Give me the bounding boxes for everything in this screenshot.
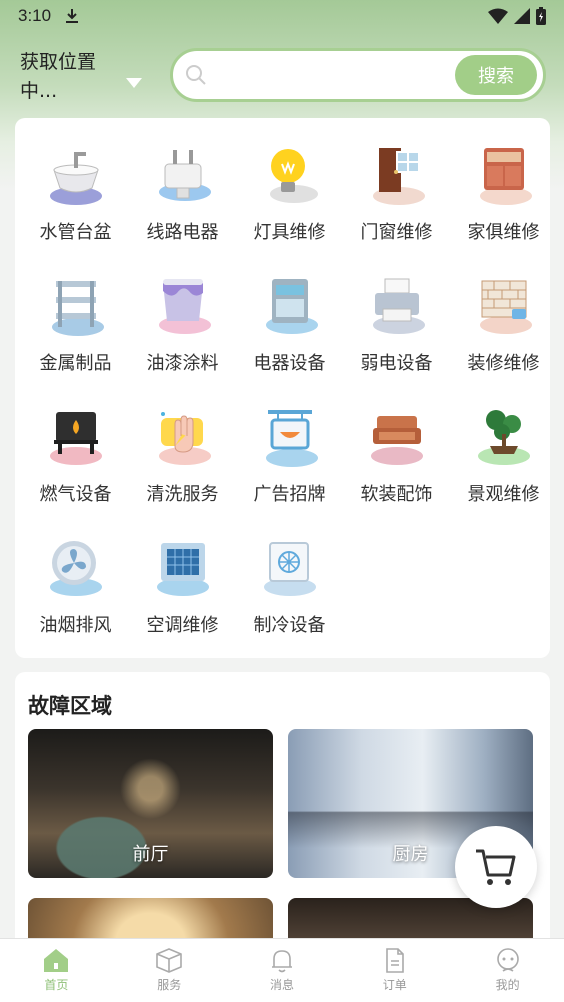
search-icon <box>186 65 206 85</box>
category-item-soft-furnishing[interactable]: 软装配饰 <box>343 406 450 537</box>
search-bar: 搜索 <box>170 48 546 102</box>
cleaning-hand-icon <box>158 412 211 465</box>
category-label: 软装配饰 <box>360 484 433 505</box>
caret-down-icon <box>126 78 142 88</box>
tab-label: 首页 <box>44 978 69 992</box>
category-label: 燃气设备 <box>39 484 112 505</box>
category-item-electrical-equipment[interactable]: 电器设备 <box>236 275 343 406</box>
refrigeration-icon <box>263 542 316 596</box>
tab-label: 服务 <box>157 978 182 992</box>
tab-label: 我的 <box>495 978 520 992</box>
search-button[interactable]: 搜索 <box>455 55 537 95</box>
bell-icon <box>271 950 292 973</box>
status-bar: 3:10 <box>0 0 564 32</box>
category-label: 广告招牌 <box>253 484 326 505</box>
download-icon <box>66 9 79 23</box>
cart-button[interactable] <box>455 826 537 908</box>
category-item-renovation[interactable]: 装修维修 <box>450 275 557 406</box>
document-icon <box>385 948 404 973</box>
category-label: 景观维修 <box>467 484 540 505</box>
category-label: 水管台盆 <box>39 222 112 243</box>
category-item-metal[interactable]: 金属制品 <box>22 275 129 406</box>
area-tile-label: 前厅 <box>132 844 169 865</box>
tab-orders[interactable]: 订单 <box>338 939 451 1002</box>
category-item-gas[interactable]: 燃气设备 <box>22 406 129 537</box>
metal-shelf-icon <box>51 281 104 336</box>
area-tile-front-hall[interactable]: 前厅 <box>28 729 273 878</box>
appliance-icon <box>265 279 318 334</box>
box-icon <box>156 948 182 973</box>
category-item-air-conditioning[interactable]: 空调维修 <box>129 537 236 668</box>
gas-stove-icon <box>49 412 102 465</box>
brick-wall-icon <box>479 280 532 334</box>
category-label: 门窗维修 <box>360 222 433 243</box>
category-item-wiring[interactable]: 线路电器 <box>129 144 236 275</box>
home-icon <box>44 949 69 972</box>
lightbulb-icon <box>269 149 318 203</box>
tab-service[interactable]: 服务 <box>113 939 226 1002</box>
paint-bucket-icon <box>158 279 211 334</box>
sofa-icon <box>370 416 423 465</box>
category-item-signage[interactable]: 广告招牌 <box>236 406 343 537</box>
status-time: 3:10 <box>18 6 52 25</box>
category-item-paint[interactable]: 油漆涂料 <box>129 275 236 406</box>
tab-label: 消息 <box>269 978 294 992</box>
battery-icon <box>536 7 546 25</box>
tab-label: 订单 <box>382 978 407 992</box>
category-item-doors-windows[interactable]: 门窗维修 <box>343 144 450 275</box>
category-label: 清洗服务 <box>146 484 219 505</box>
plug-icon <box>158 150 211 201</box>
category-label: 灯具维修 <box>253 222 326 243</box>
cart-icon <box>476 849 516 885</box>
category-label: 线路电器 <box>146 222 219 243</box>
wifi-icon <box>488 8 508 24</box>
signal-icon <box>514 8 530 24</box>
category-label: 电器设备 <box>253 353 326 374</box>
category-item-refrigeration[interactable]: 制冷设备 <box>236 537 343 668</box>
tab-messages[interactable]: 消息 <box>226 939 339 1002</box>
bonsai-icon <box>477 410 530 465</box>
category-label: 制冷设备 <box>253 615 326 636</box>
fault-area-title: 故障区域 <box>28 694 112 718</box>
location-text-line2: 中... <box>20 80 58 102</box>
door-window-icon <box>372 148 425 205</box>
signboard-icon <box>265 410 318 467</box>
category-label: 空调维修 <box>146 615 219 636</box>
category-item-plumbing[interactable]: 水管台盆 <box>22 144 129 275</box>
category-item-landscape[interactable]: 景观维修 <box>450 406 557 537</box>
location-selector[interactable]: 获取位置 中... <box>0 48 142 106</box>
tab-home[interactable]: 首页 <box>0 939 113 1002</box>
printer-icon <box>372 278 425 334</box>
category-label: 装修维修 <box>467 353 540 374</box>
cabinet-icon <box>479 148 532 205</box>
category-item-cleaning[interactable]: 清洗服务 <box>129 406 236 537</box>
category-label: 家俱维修 <box>467 222 540 243</box>
category-item-exhaust[interactable]: 油烟排风 <box>22 537 129 668</box>
category-card: 水管台盆 线路电器 灯具维修 门窗维修 家俱维修 金属制品 油漆涂料 电器设备 … <box>15 118 550 658</box>
header: 获取位置 中... 搜索 <box>0 44 564 110</box>
category-label: 油漆涂料 <box>146 353 219 374</box>
search-input[interactable] <box>213 55 455 95</box>
category-label: 油烟排风 <box>39 615 112 636</box>
category-label: 弱电设备 <box>360 353 433 374</box>
exhaust-fan-icon <box>49 541 102 596</box>
category-grid: 水管台盆 线路电器 灯具维修 门窗维修 家俱维修 金属制品 油漆涂料 电器设备 … <box>22 144 557 668</box>
category-label: 金属制品 <box>39 353 112 374</box>
sink-icon <box>49 152 102 205</box>
bottom-tab-bar: 首页 服务 消息 订单 我的 <box>0 938 564 1002</box>
air-conditioner-icon <box>156 543 209 596</box>
category-item-furniture[interactable]: 家俱维修 <box>450 144 557 275</box>
fault-area-card: 故障区域 前厅 厨房 <box>15 672 550 972</box>
category-item-lighting[interactable]: 灯具维修 <box>236 144 343 275</box>
category-item-low-voltage[interactable]: 弱电设备 <box>343 275 450 406</box>
tab-profile[interactable]: 我的 <box>451 939 564 1002</box>
location-text-line1: 获取位置 <box>20 51 97 73</box>
user-icon <box>496 948 519 972</box>
